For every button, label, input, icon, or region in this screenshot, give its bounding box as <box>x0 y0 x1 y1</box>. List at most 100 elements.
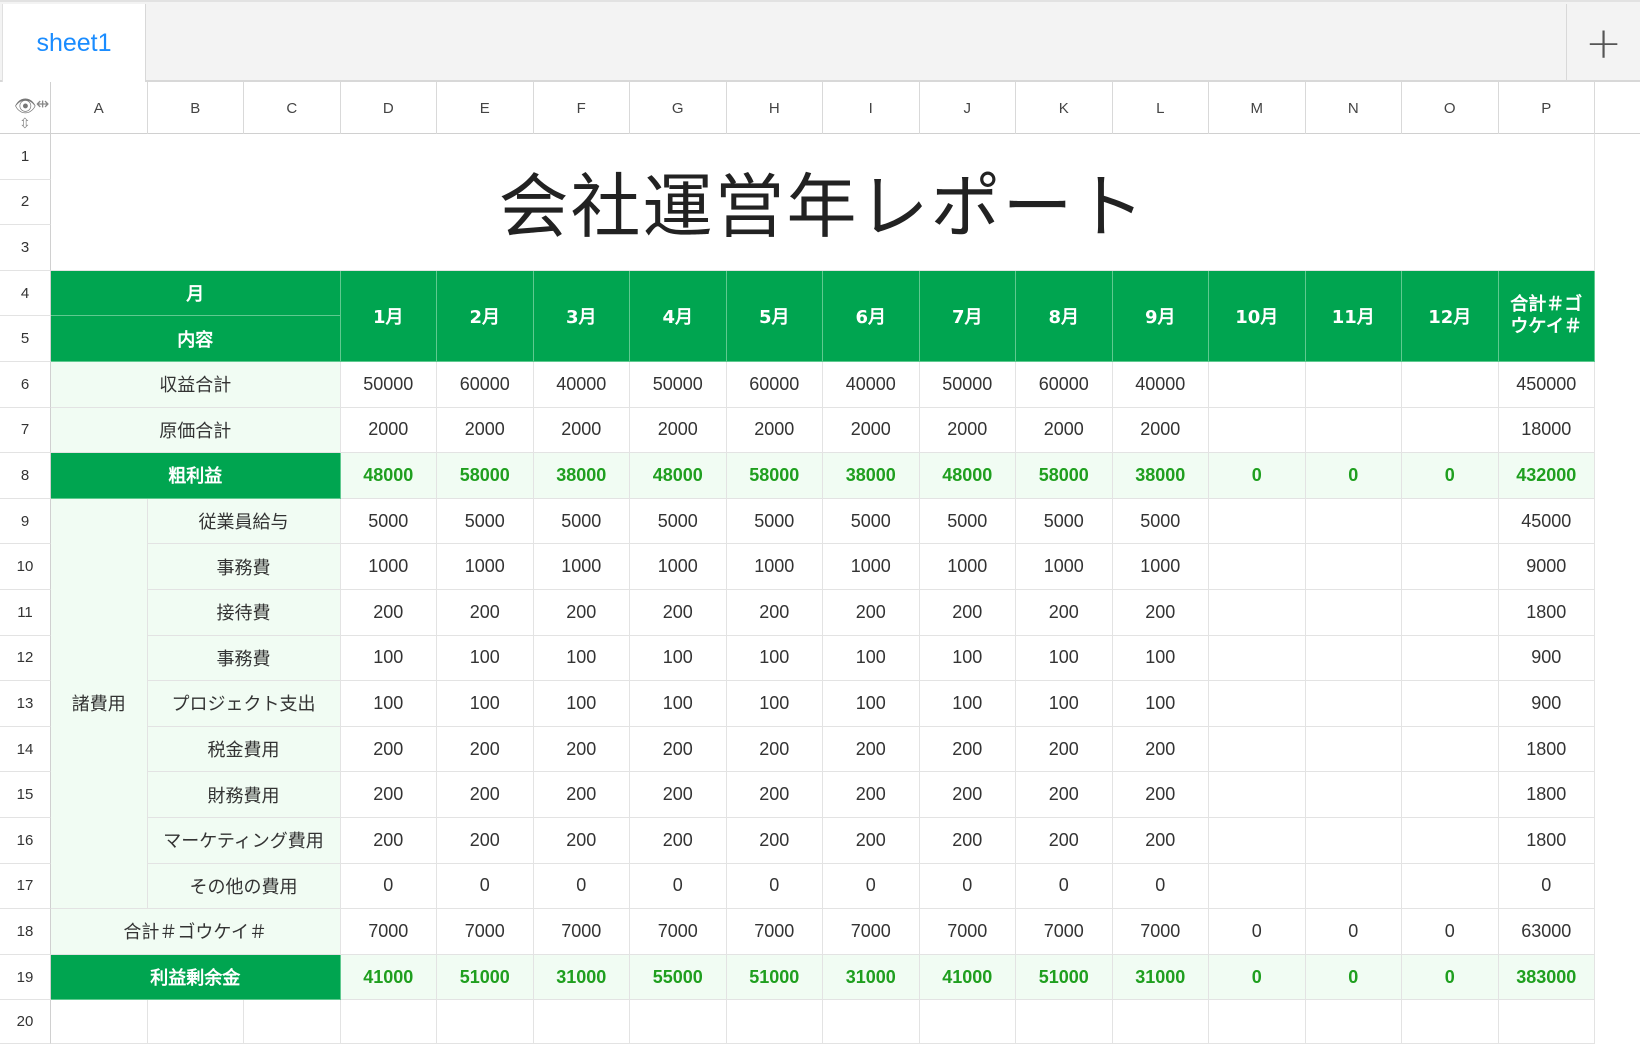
value-cell-r8-m1[interactable]: 48000 <box>340 453 437 499</box>
value-cell-r16-m2[interactable]: 200 <box>437 818 534 864</box>
row-label-17[interactable]: その他の費用 <box>147 863 341 910</box>
row-label-18[interactable]: 合計＃ゴウケイ＃ <box>51 909 341 955</box>
value-cell-r10-m2[interactable]: 1000 <box>437 544 534 590</box>
value-cell-r13-m10[interactable] <box>1209 681 1306 727</box>
month-header-9[interactable]: 9月 <box>1112 270 1209 362</box>
value-cell-r7-m5[interactable]: 2000 <box>726 407 823 454</box>
value-cell-r18-m6[interactable]: 7000 <box>823 909 920 955</box>
value-cell-r19-m3[interactable]: 31000 <box>533 954 630 1001</box>
value-cell-r12-m11[interactable] <box>1305 635 1402 682</box>
value-cell-r18-m3[interactable]: 7000 <box>533 909 630 955</box>
value-cell-r13-m12[interactable] <box>1402 681 1499 727</box>
value-cell-r19-m2[interactable]: 51000 <box>437 954 534 1001</box>
value-cell-r8-m4[interactable]: 48000 <box>630 453 727 499</box>
value-cell-r6-m9[interactable]: 40000 <box>1112 362 1209 408</box>
month-header-6[interactable]: 6月 <box>823 270 920 362</box>
value-cell-r17-m12[interactable] <box>1402 863 1499 910</box>
empty-cell-r20-l[interactable] <box>1112 1000 1209 1044</box>
value-cell-r11-m7[interactable]: 200 <box>919 590 1016 636</box>
value-cell-r11-m12[interactable] <box>1402 590 1499 636</box>
value-cell-r19-m8[interactable]: 51000 <box>1016 954 1113 1001</box>
value-cell-r15-m11[interactable] <box>1305 772 1402 818</box>
value-cell-r17-m9[interactable]: 0 <box>1112 863 1209 910</box>
value-cell-r8-m12[interactable]: 0 <box>1402 453 1499 499</box>
value-cell-r12-m10[interactable] <box>1209 635 1306 682</box>
value-cell-r13-m7[interactable]: 100 <box>919 681 1016 727</box>
value-cell-r9-m12[interactable] <box>1402 498 1499 545</box>
total-cell-r15[interactable]: 1800 <box>1498 772 1595 818</box>
empty-cell-r20-g[interactable] <box>630 1000 727 1044</box>
row-header-8[interactable]: 8 <box>0 453 51 499</box>
total-cell-r14[interactable]: 1800 <box>1498 726 1595 773</box>
value-cell-r9-m5[interactable]: 5000 <box>726 498 823 545</box>
eye-icon[interactable]: 👁 <box>14 96 37 117</box>
row-header-19[interactable]: 19 <box>0 954 51 1001</box>
value-cell-r17-m5[interactable]: 0 <box>726 863 823 910</box>
value-cell-r9-m7[interactable]: 5000 <box>919 498 1016 545</box>
value-cell-r12-m12[interactable] <box>1402 635 1499 682</box>
row-label-16[interactable]: マーケティング費用 <box>147 818 341 864</box>
value-cell-r17-m6[interactable]: 0 <box>823 863 920 910</box>
empty-cell-r20-f[interactable] <box>533 1000 630 1044</box>
value-cell-r18-m12[interactable]: 0 <box>1402 909 1499 955</box>
value-cell-r14-m2[interactable]: 200 <box>437 726 534 773</box>
value-cell-r7-m9[interactable]: 2000 <box>1112 407 1209 454</box>
value-cell-r14-m3[interactable]: 200 <box>533 726 630 773</box>
value-cell-r8-m3[interactable]: 38000 <box>533 453 630 499</box>
content-header-label[interactable]: 内容 <box>51 316 341 362</box>
value-cell-r10-m8[interactable]: 1000 <box>1016 544 1113 590</box>
value-cell-r16-m9[interactable]: 200 <box>1112 818 1209 864</box>
value-cell-r13-m11[interactable] <box>1305 681 1402 727</box>
empty-cell-r20-d[interactable] <box>340 1000 437 1044</box>
empty-cell-r20-h[interactable] <box>726 1000 823 1044</box>
month-header-4[interactable]: 4月 <box>630 270 727 362</box>
column-header-g[interactable]: G <box>630 82 727 134</box>
value-cell-r16-m1[interactable]: 200 <box>340 818 437 864</box>
empty-cell-r20-e[interactable] <box>437 1000 534 1044</box>
value-cell-r17-m11[interactable] <box>1305 863 1402 910</box>
value-cell-r14-m10[interactable] <box>1209 726 1306 773</box>
value-cell-r8-m11[interactable]: 0 <box>1305 453 1402 499</box>
value-cell-r17-m8[interactable]: 0 <box>1016 863 1113 910</box>
row-header-1[interactable]: 1 <box>0 134 51 180</box>
value-cell-r12-m5[interactable]: 100 <box>726 635 823 682</box>
total-cell-r9[interactable]: 45000 <box>1498 498 1595 545</box>
value-cell-r6-m6[interactable]: 40000 <box>823 362 920 408</box>
value-cell-r9-m9[interactable]: 5000 <box>1112 498 1209 545</box>
value-cell-r11-m9[interactable]: 200 <box>1112 590 1209 636</box>
total-cell-r12[interactable]: 900 <box>1498 635 1595 682</box>
column-resize-icon[interactable]: ⇹ <box>36 94 49 113</box>
column-header-e[interactable]: E <box>437 82 534 134</box>
value-cell-r18-m11[interactable]: 0 <box>1305 909 1402 955</box>
value-cell-r9-m11[interactable] <box>1305 498 1402 545</box>
row-header-16[interactable]: 16 <box>0 818 51 864</box>
value-cell-r11-m3[interactable]: 200 <box>533 590 630 636</box>
value-cell-r10-m6[interactable]: 1000 <box>823 544 920 590</box>
column-header-k[interactable]: K <box>1016 82 1113 134</box>
value-cell-r6-m8[interactable]: 60000 <box>1016 362 1113 408</box>
value-cell-r12-m9[interactable]: 100 <box>1112 635 1209 682</box>
value-cell-r19-m6[interactable]: 31000 <box>823 954 920 1001</box>
empty-cell-r20-j[interactable] <box>919 1000 1016 1044</box>
empty-cell-r20-n[interactable] <box>1305 1000 1402 1044</box>
value-cell-r15-m12[interactable] <box>1402 772 1499 818</box>
value-cell-r17-m7[interactable]: 0 <box>919 863 1016 910</box>
total-cell-r10[interactable]: 9000 <box>1498 544 1595 590</box>
value-cell-r19-m12[interactable]: 0 <box>1402 954 1499 1001</box>
value-cell-r8-m10[interactable]: 0 <box>1209 453 1306 499</box>
value-cell-r11-m2[interactable]: 200 <box>437 590 534 636</box>
total-cell-r17[interactable]: 0 <box>1498 863 1595 910</box>
row-label-7[interactable]: 原価合計 <box>51 407 341 454</box>
value-cell-r17-m1[interactable]: 0 <box>340 863 437 910</box>
value-cell-r7-m7[interactable]: 2000 <box>919 407 1016 454</box>
empty-cell-r20-k[interactable] <box>1016 1000 1113 1044</box>
value-cell-r16-m5[interactable]: 200 <box>726 818 823 864</box>
total-cell-r18[interactable]: 63000 <box>1498 909 1595 955</box>
value-cell-r10-m4[interactable]: 1000 <box>630 544 727 590</box>
report-title[interactable]: 会社運営年レポート <box>51 134 1595 271</box>
month-header-10[interactable]: 10月 <box>1209 270 1306 362</box>
column-header-l[interactable]: L <box>1113 82 1209 134</box>
row-header-12[interactable]: 12 <box>0 635 51 682</box>
value-cell-r19-m5[interactable]: 51000 <box>726 954 823 1001</box>
value-cell-r10-m10[interactable] <box>1209 544 1306 590</box>
